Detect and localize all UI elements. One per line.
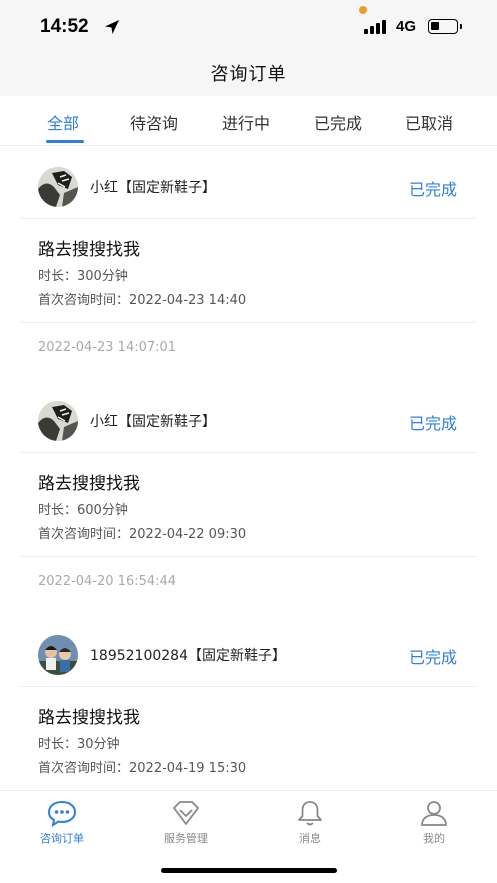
user-icon (421, 801, 447, 826)
home-indicator (161, 868, 337, 873)
first-consult-time: 首次咨询时间：2022-04-19 15:30 (38, 761, 247, 776)
order-card[interactable]: 小红【固定新鞋子】 已完成 路去搜搜找我 时长：600分钟 首次咨询时间：202… (0, 381, 497, 615)
battery-icon (428, 19, 458, 34)
order-card[interactable]: 小红【固定新鞋子】 已完成 路去搜搜找我 时长：300分钟 首次咨询时间：202… (0, 147, 497, 381)
order-duration: 时长：30分钟 (38, 737, 120, 752)
order-card-header: 18952100284【固定新鞋子】 已完成 (20, 615, 477, 687)
tabbar-label: 服务管理 (164, 832, 208, 845)
first-consult-time: 首次咨询时间：2022-04-22 09:30 (38, 527, 247, 542)
order-duration: 时长：600分钟 (38, 503, 128, 518)
diamond-icon (173, 801, 199, 825)
status-badge: 已完成 (408, 648, 457, 667)
active-tab-indicator (46, 140, 84, 143)
order-card-body: 路去搜搜找我 时长：600分钟 首次咨询时间：2022-04-22 09:30 (20, 453, 477, 557)
signal-icon (364, 20, 388, 34)
order-created-time: 2022-04-23 14:07:01 (38, 340, 177, 355)
customer-name: 小红【固定新鞋子】 (90, 180, 216, 196)
order-card-body: 路去搜搜找我 时长：300分钟 首次咨询时间：2022-04-23 14:40 (20, 219, 477, 323)
avatar (38, 635, 78, 675)
status-badge: 已完成 (408, 414, 457, 433)
first-consult-time: 首次咨询时间：2022-04-23 14:40 (38, 293, 247, 308)
customer-name: 小红【固定新鞋子】 (90, 414, 216, 430)
order-title: 路去搜搜找我 (38, 708, 140, 728)
avatar (38, 167, 78, 207)
tab-all[interactable]: 全部 (47, 110, 79, 134)
order-created-time: 2022-04-20 16:54:44 (38, 574, 177, 589)
bell-icon (298, 801, 322, 826)
status-time: 14:52 (40, 16, 89, 37)
order-card-body: 路去搜搜找我 时长：30分钟 首次咨询时间：2022-04-19 15:30 (20, 687, 477, 791)
tabbar-label: 咨询订单 (40, 832, 84, 845)
avatar (38, 401, 78, 441)
chat-icon (47, 800, 77, 827)
location-arrow-icon (105, 20, 119, 34)
nav-bar: 咨询订单 (0, 52, 497, 96)
tabbar-item-orders[interactable]: 咨询订单 (22, 799, 102, 849)
tabbar-item-service[interactable]: 服务管理 (146, 799, 226, 849)
tab-completed[interactable]: 已完成 (314, 110, 362, 134)
tab-pending[interactable]: 待咨询 (130, 110, 178, 134)
order-card-header: 小红【固定新鞋子】 已完成 (20, 147, 477, 219)
battery-cap (460, 24, 462, 29)
status-badge: 已完成 (408, 180, 457, 199)
status-bar: 14:52 4G (0, 0, 497, 52)
page-title: 咨询订单 (210, 64, 287, 85)
order-title: 路去搜搜找我 (38, 240, 140, 260)
tabbar-item-mine[interactable]: 我的 (394, 799, 474, 849)
tabbar-label: 消息 (299, 832, 321, 845)
tab-cancelled[interactable]: 已取消 (405, 110, 453, 134)
tabbar-item-messages[interactable]: 消息 (270, 799, 350, 849)
tabbar-label: 我的 (423, 832, 445, 845)
order-duration: 时长：300分钟 (38, 269, 128, 284)
privacy-indicator-dot (359, 6, 367, 14)
network-type: 4G (396, 18, 417, 35)
order-title: 路去搜搜找我 (38, 474, 140, 494)
customer-name: 18952100284【固定新鞋子】 (90, 648, 286, 664)
tab-in-progress[interactable]: 进行中 (222, 110, 270, 134)
order-tabs: 全部 待咨询 进行中 已完成 已取消 (0, 96, 497, 146)
order-card-header: 小红【固定新鞋子】 已完成 (20, 381, 477, 453)
